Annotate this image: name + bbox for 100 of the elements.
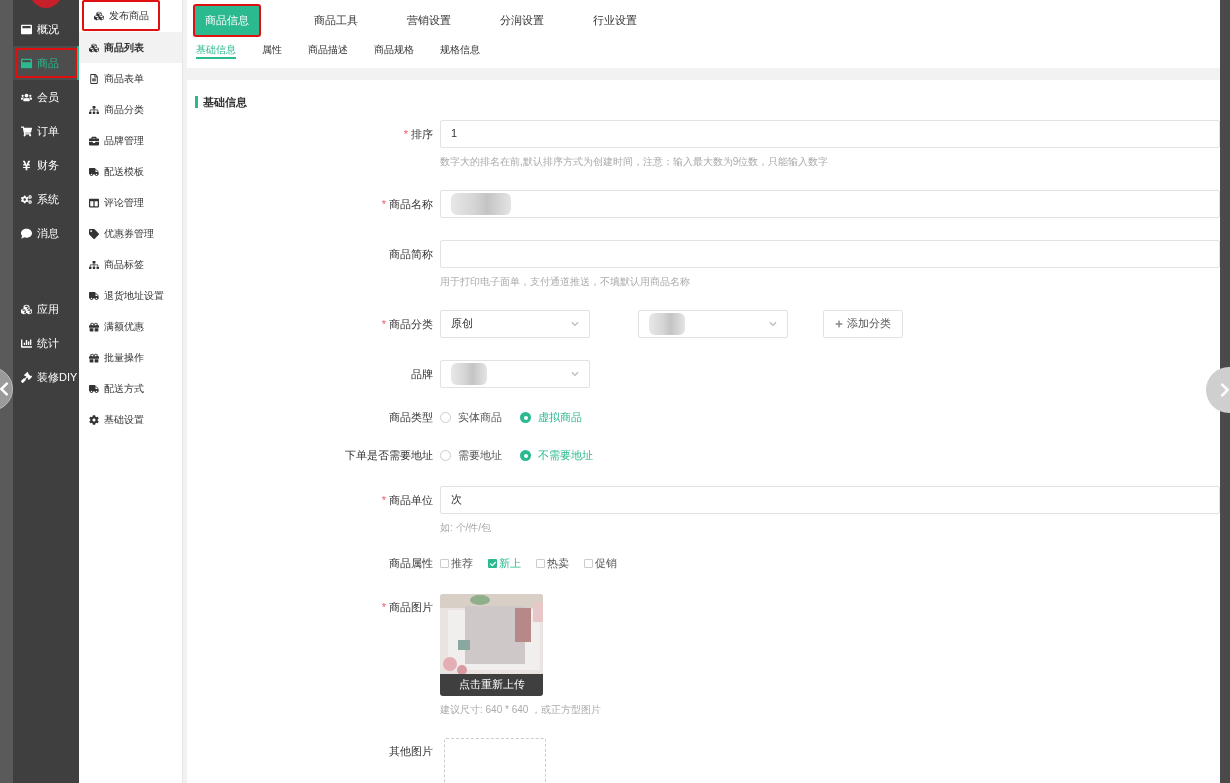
submenu-item[interactable]: 配送方式 [79, 373, 182, 404]
input-field[interactable] [440, 239, 1220, 268]
submenu-item[interactable]: 发布商品 [82, 0, 160, 31]
subtab[interactable]: 属性 [262, 39, 282, 59]
submenu-item[interactable]: 优惠券管理 [79, 218, 182, 249]
radio-label: 需要地址 [458, 448, 502, 464]
sidebar-item[interactable]: 订单 [13, 114, 79, 148]
radio-label: 虚拟商品 [538, 410, 582, 426]
yen-icon [21, 159, 32, 171]
file-icon [89, 73, 99, 84]
cubes-icon [21, 303, 32, 315]
submenu-item[interactable]: 评论管理 [79, 187, 182, 218]
radio-button[interactable] [520, 412, 531, 423]
submenu-item[interactable]: 商品分类 [79, 94, 182, 125]
field-label: 排序 [411, 126, 433, 142]
blurred-value [451, 362, 487, 385]
radio-button[interactable] [440, 450, 451, 461]
subtab[interactable]: 规格信息 [440, 39, 480, 59]
columns-icon [89, 197, 99, 208]
tab[interactable]: 行业设置 [568, 3, 661, 37]
window-icon [21, 23, 32, 35]
checkbox[interactable] [488, 559, 497, 568]
help-text: 如: 个/件/包 [440, 520, 493, 534]
tag-icon [89, 228, 99, 239]
checkbox[interactable] [584, 559, 593, 568]
sidebar-item[interactable]: 会员 [13, 80, 79, 114]
sidebar-item[interactable]: 应用 [13, 292, 79, 326]
radio-button[interactable] [440, 412, 451, 423]
upload-area[interactable] [444, 737, 546, 783]
hierarchy-icon [89, 104, 99, 115]
sidebar-item[interactable]: 统计 [13, 326, 79, 360]
field-label: 商品类型 [389, 409, 433, 425]
reupload-button[interactable]: 点击重新上传 [440, 673, 543, 696]
help-text: 数字大的排名在前,默认排序方式为创建时间，注意：输入最大数为9位数，只能输入数字 [440, 154, 830, 168]
checkbox-label: 推荐 [451, 556, 473, 572]
plus-icon [835, 319, 843, 328]
settings-icon [89, 414, 99, 425]
submenu-item[interactable]: 商品标签 [79, 249, 182, 280]
radio-label: 实体商品 [458, 410, 502, 426]
tab[interactable]: 分润设置 [475, 3, 568, 37]
field-label: 商品单位 [389, 492, 433, 508]
select-field[interactable]: 原创 [440, 309, 590, 338]
tab[interactable]: 营销设置 [382, 3, 475, 37]
input-field[interactable]: 1 [440, 119, 1220, 148]
submenu-item[interactable]: 批量操作 [79, 342, 182, 373]
subtab[interactable]: 商品描述 [308, 39, 348, 59]
sidebar-item[interactable]: 财务 [13, 148, 79, 182]
hierarchy-icon [89, 259, 99, 270]
chevron-down-icon [571, 369, 579, 378]
input-field[interactable]: 次 [440, 485, 1220, 514]
truck-icon [89, 290, 99, 301]
checkbox[interactable] [440, 559, 449, 568]
submenu-item[interactable]: 退货地址设置 [79, 280, 182, 311]
hammer-icon [21, 371, 32, 383]
briefcase-icon [89, 135, 99, 146]
checkbox-label: 促销 [595, 556, 617, 572]
required-mark: * [381, 599, 386, 615]
window-icon [21, 57, 32, 69]
help-text: 建议尺寸: 640 * 640 ，或正方型图片 [440, 702, 603, 716]
select-field[interactable] [440, 359, 590, 388]
sidebar-item[interactable]: 商品 [13, 46, 79, 80]
select-field[interactable] [638, 309, 788, 338]
subtab[interactable]: 商品规格 [374, 39, 414, 59]
radio-button[interactable] [520, 450, 531, 461]
blurred-value [451, 192, 511, 215]
submenu-item[interactable]: 配送模板 [79, 156, 182, 187]
checkbox-label: 新上 [499, 556, 521, 572]
truck-icon [89, 383, 99, 394]
input-field[interactable] [440, 189, 1220, 218]
submenu-item[interactable]: 商品列表 [79, 32, 182, 63]
field-label: 商品图片 [389, 599, 433, 615]
submenu-item[interactable]: 基础设置 [79, 404, 182, 435]
radio-label: 不需要地址 [538, 448, 593, 464]
required-mark: * [381, 492, 386, 508]
tab[interactable]: 商品工具 [289, 3, 382, 37]
field-label: 品牌 [411, 366, 433, 382]
field-label: 商品简称 [389, 246, 433, 262]
users-icon [21, 91, 32, 103]
field-label: 商品名称 [389, 196, 433, 212]
truck-icon [89, 166, 99, 177]
chevron-down-icon [769, 319, 777, 328]
sidebar-item[interactable]: 概况 [13, 12, 79, 46]
bar-chart-icon [21, 337, 32, 349]
required-mark: * [381, 316, 386, 332]
add-category-button[interactable]: 添加分类 [823, 309, 903, 338]
chevron-right-icon [1220, 381, 1230, 399]
sidebar-item[interactable]: 系统 [13, 182, 79, 216]
cubes-icon [89, 42, 99, 53]
submenu-item[interactable]: 品牌管理 [79, 125, 182, 156]
submenu-item[interactable]: 商品表单 [79, 63, 182, 94]
chevron-down-icon [571, 319, 579, 328]
checkbox[interactable] [536, 559, 545, 568]
field-label: 商品属性 [389, 555, 433, 571]
cubes-icon [94, 10, 104, 21]
submenu-item[interactable]: 满额优惠 [79, 311, 182, 342]
checkbox-label: 热卖 [547, 556, 569, 572]
field-label: 商品分类 [389, 316, 433, 332]
blurred-value [649, 312, 685, 335]
sidebar-item[interactable]: 装修DIY [13, 360, 79, 394]
sidebar-item[interactable]: 消息 [13, 216, 79, 250]
